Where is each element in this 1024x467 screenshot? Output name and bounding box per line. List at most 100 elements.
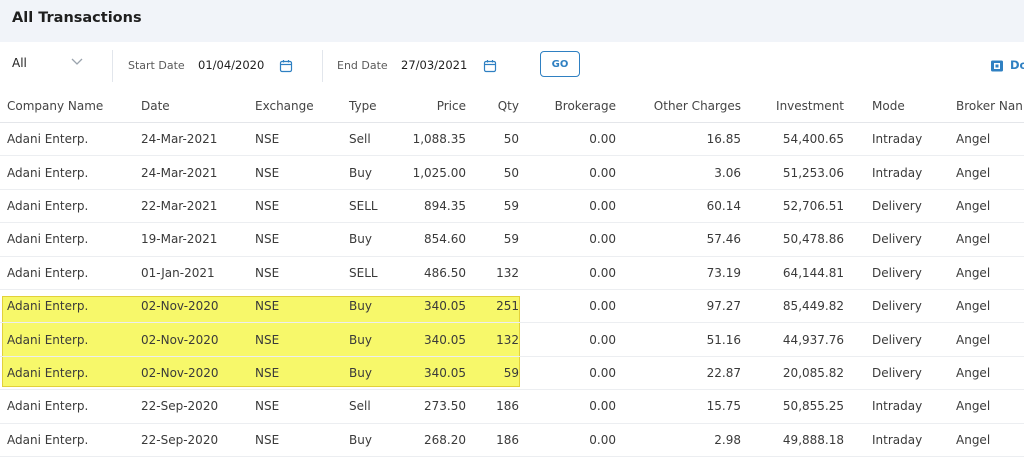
- col-header-date[interactable]: Date: [141, 90, 246, 122]
- cell-price: 340.05: [424, 365, 466, 380]
- cell-brokerage: 0.00: [589, 432, 616, 447]
- cell-brokerage: 0.00: [589, 399, 616, 414]
- col-header-qty[interactable]: Qty: [470, 90, 519, 122]
- cell-investment: 52,706.51: [782, 198, 844, 213]
- col-header-exchange[interactable]: Exchange: [255, 90, 335, 122]
- cell-brokerage: 0.00: [589, 332, 616, 347]
- cell-other-charges: 51.16: [706, 332, 741, 347]
- go-button[interactable]: GO: [540, 51, 580, 77]
- table-row[interactable]: Adani Enterp. 22-Sep-2020 NSE Buy 268.20…: [0, 424, 1024, 457]
- cell-company: Adani Enterp.: [7, 365, 89, 380]
- end-date-input[interactable]: 27/03/2021: [401, 58, 467, 72]
- cell-investment: 20,085.82: [782, 365, 844, 380]
- filter-bar: All Start Date 01/04/2020 End Date 27/03…: [0, 42, 1024, 90]
- cell-company: Adani Enterp.: [7, 232, 89, 247]
- cell-date: 01-Jan-2021: [141, 265, 215, 280]
- cell-exchange: NSE: [255, 165, 280, 180]
- cell-broker: Angel: [956, 198, 991, 213]
- cell-investment: 49,888.18: [782, 432, 844, 447]
- cell-date: 22-Sep-2020: [141, 432, 219, 447]
- table-row[interactable]: Adani Enterp. 24-Mar-2021 NSE Buy 1,025.…: [0, 156, 1024, 190]
- cell-mode: Delivery: [872, 332, 922, 347]
- cell-price: 273.50: [424, 399, 466, 414]
- cell-other-charges: 15.75: [706, 399, 741, 414]
- col-header-investment[interactable]: Investment: [750, 90, 844, 122]
- col-header-company[interactable]: Company Name: [7, 90, 132, 122]
- col-header-other-charges[interactable]: Other Charges: [630, 90, 741, 122]
- cell-mode: Delivery: [872, 232, 922, 247]
- col-header-mode[interactable]: Mode: [872, 90, 942, 122]
- col-header-broker-name[interactable]: Broker Nan: [956, 90, 1024, 122]
- calendar-icon[interactable]: [279, 59, 293, 73]
- table-row[interactable]: Adani Enterp. 02-Nov-2020 NSE Buy 340.05…: [0, 290, 1024, 324]
- cell-brokerage: 0.00: [589, 232, 616, 247]
- cell-price: 340.05: [424, 299, 466, 314]
- calendar-icon[interactable]: [483, 59, 497, 73]
- table-header: Company Name Date Exchange Type Price Qt…: [0, 90, 1024, 123]
- cell-investment: 50,478.86: [782, 232, 844, 247]
- cell-date: 22-Mar-2021: [141, 198, 218, 213]
- table-row[interactable]: Adani Enterp. 02-Nov-2020 NSE Buy 340.05…: [0, 357, 1024, 391]
- table-row[interactable]: Adani Enterp. 19-Mar-2021 NSE Buy 854.60…: [0, 223, 1024, 257]
- cell-exchange: NSE: [255, 132, 280, 147]
- cell-qty: 132: [496, 332, 519, 347]
- cell-investment: 85,449.82: [782, 299, 844, 314]
- cell-exchange: NSE: [255, 198, 280, 213]
- cell-broker: Angel: [956, 365, 991, 380]
- period-select-value: All: [12, 56, 27, 70]
- cell-price: 268.20: [424, 432, 466, 447]
- cell-date: 02-Nov-2020: [141, 332, 219, 347]
- cell-date: 24-Mar-2021: [141, 165, 218, 180]
- col-header-price[interactable]: Price: [400, 90, 466, 122]
- cell-mode: Delivery: [872, 265, 922, 280]
- cell-broker: Angel: [956, 332, 991, 347]
- cell-price: 854.60: [424, 232, 466, 247]
- transactions-table: Company Name Date Exchange Type Price Qt…: [0, 90, 1024, 457]
- table-row[interactable]: Adani Enterp. 02-Nov-2020 NSE Buy 340.05…: [0, 323, 1024, 357]
- cell-qty: 59: [503, 232, 519, 247]
- download-button[interactable]: Do: [1010, 58, 1024, 72]
- cell-qty: 132: [496, 265, 519, 280]
- cell-broker: Angel: [956, 265, 991, 280]
- cell-exchange: NSE: [255, 365, 280, 380]
- table-row[interactable]: Adani Enterp. 24-Mar-2021 NSE Sell 1,088…: [0, 123, 1024, 157]
- cell-other-charges: 2.98: [714, 432, 741, 447]
- table-row[interactable]: Adani Enterp. 01-Jan-2021 NSE SELL 486.5…: [0, 257, 1024, 290]
- cell-brokerage: 0.00: [589, 165, 616, 180]
- cell-date: 02-Nov-2020: [141, 299, 219, 314]
- cell-brokerage: 0.00: [589, 265, 616, 280]
- cell-brokerage: 0.00: [589, 198, 616, 213]
- cell-price: 340.05: [424, 332, 466, 347]
- cell-investment: 54,400.65: [782, 132, 844, 147]
- cell-price: 894.35: [424, 198, 466, 213]
- cell-brokerage: 0.00: [589, 299, 616, 314]
- cell-qty: 186: [496, 432, 519, 447]
- cell-company: Adani Enterp.: [7, 332, 89, 347]
- cell-qty: 59: [503, 198, 519, 213]
- cell-other-charges: 3.06: [714, 165, 741, 180]
- cell-investment: 51,253.06: [782, 165, 844, 180]
- cell-company: Adani Enterp.: [7, 299, 89, 314]
- cell-company: Adani Enterp.: [7, 432, 89, 447]
- cell-other-charges: 22.87: [706, 365, 741, 380]
- cell-broker: Angel: [956, 399, 991, 414]
- cell-exchange: NSE: [255, 399, 280, 414]
- divider: [112, 50, 113, 82]
- table-row[interactable]: Adani Enterp. 22-Mar-2021 NSE SELL 894.3…: [0, 190, 1024, 224]
- cell-date: 19-Mar-2021: [141, 232, 218, 247]
- cell-qty: 251: [496, 299, 519, 314]
- cell-mode: Intraday: [872, 132, 923, 147]
- cell-company: Adani Enterp.: [7, 265, 89, 280]
- start-date-label: Start Date: [128, 59, 185, 72]
- start-date-input[interactable]: 01/04/2020: [198, 58, 264, 72]
- cell-date: 24-Mar-2021: [141, 132, 218, 147]
- cell-mode: Delivery: [872, 198, 922, 213]
- divider: [322, 50, 323, 82]
- cell-brokerage: 0.00: [589, 132, 616, 147]
- col-header-brokerage[interactable]: Brokerage: [535, 90, 616, 122]
- cell-price: 1,088.35: [412, 132, 466, 147]
- cell-other-charges: 57.46: [706, 232, 741, 247]
- table-row[interactable]: Adani Enterp. 22-Sep-2020 NSE Sell 273.5…: [0, 390, 1024, 424]
- cell-investment: 64,144.81: [782, 265, 844, 280]
- download-icon[interactable]: [990, 59, 1004, 73]
